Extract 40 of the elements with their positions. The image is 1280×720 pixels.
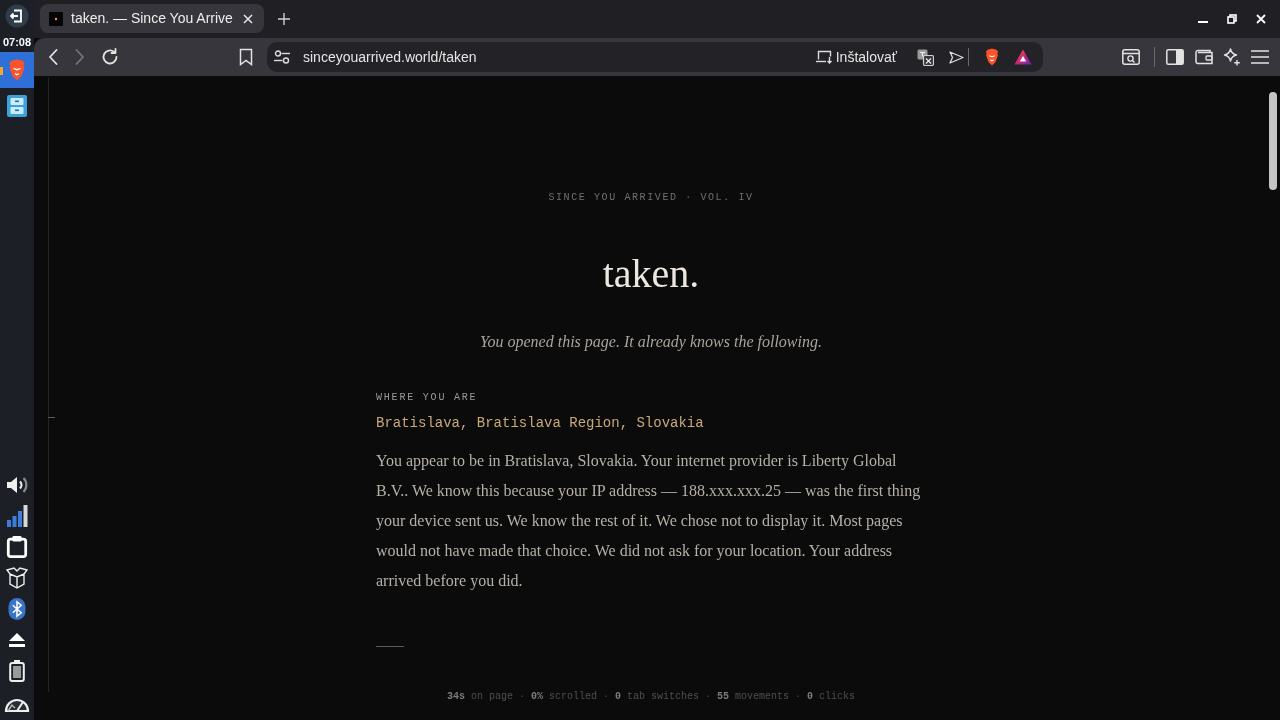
install-button[interactable]: Inštalovať [815, 46, 897, 68]
back-icon[interactable] [48, 49, 58, 65]
battery-icon[interactable] [9, 660, 25, 682]
plus-icon[interactable] [278, 13, 290, 25]
signal-icon[interactable] [6, 505, 28, 527]
sidebar-icon[interactable] [1166, 49, 1184, 65]
location-text: Bratislava, Bratislava Region, Slovakia [376, 414, 704, 433]
eject-icon[interactable] [8, 632, 26, 648]
stats-line: 34s on page · 0% scrolled · 0 tab switches · 55 movements · 0 clicks [446, 690, 856, 704]
shield-icon [7, 59, 27, 81]
bluetooth-icon[interactable] [7, 598, 27, 620]
speaker-icon[interactable] [5, 474, 29, 496]
send-icon[interactable] [949, 50, 964, 64]
tune-icon[interactable] [274, 50, 290, 64]
wallet-icon[interactable] [1195, 49, 1213, 65]
sparkle-icon[interactable] [1223, 48, 1241, 66]
close-icon[interactable] [243, 13, 253, 24]
clock-text: 07:08 [2, 35, 32, 49]
scrollbar-thumb[interactable] [1269, 92, 1277, 190]
page-subtitle: You opened this page. It already knows the following. [480, 332, 822, 353]
page-title: taken. [602, 250, 700, 298]
marker-icon [0, 67, 3, 75]
restore-icon[interactable] [1227, 14, 1237, 24]
shield-icon[interactable] [984, 48, 1000, 66]
translate-icon[interactable] [917, 48, 934, 66]
menu-icon[interactable] [1251, 50, 1269, 64]
bookmark-icon[interactable] [239, 48, 253, 66]
drawer-icon [7, 95, 27, 117]
triangle-icon[interactable] [1014, 49, 1032, 65]
clipboard-icon[interactable] [6, 536, 28, 558]
url-field[interactable]: sinceyouarrived.world/taken [274, 46, 477, 68]
section-label: WHERE YOU ARE [376, 391, 478, 405]
body-paragraph: You appear to be in Bratislava, Slovakia. Your internet provider is Liberty Global B.V.. We know this because your IP address — 188.xxx.xxx.25 — was the first thing your device sent us. We know the rest of it. We chose not to display it. Most pages would not have made that choice. We did not ask for your location. Your address arrived before you did. [376, 451, 922, 592]
tab-search-icon[interactable] [1122, 49, 1140, 65]
reload-icon[interactable] [101, 48, 119, 66]
laptop-download-icon [815, 50, 833, 64]
logout-icon[interactable] [5, 4, 29, 28]
kicker-text: SINCE YOU ARRIVED · VOL. IV [548, 191, 754, 205]
box-icon[interactable] [6, 567, 28, 589]
browser-tab[interactable]: taken. — Since You Arrive [40, 4, 264, 33]
